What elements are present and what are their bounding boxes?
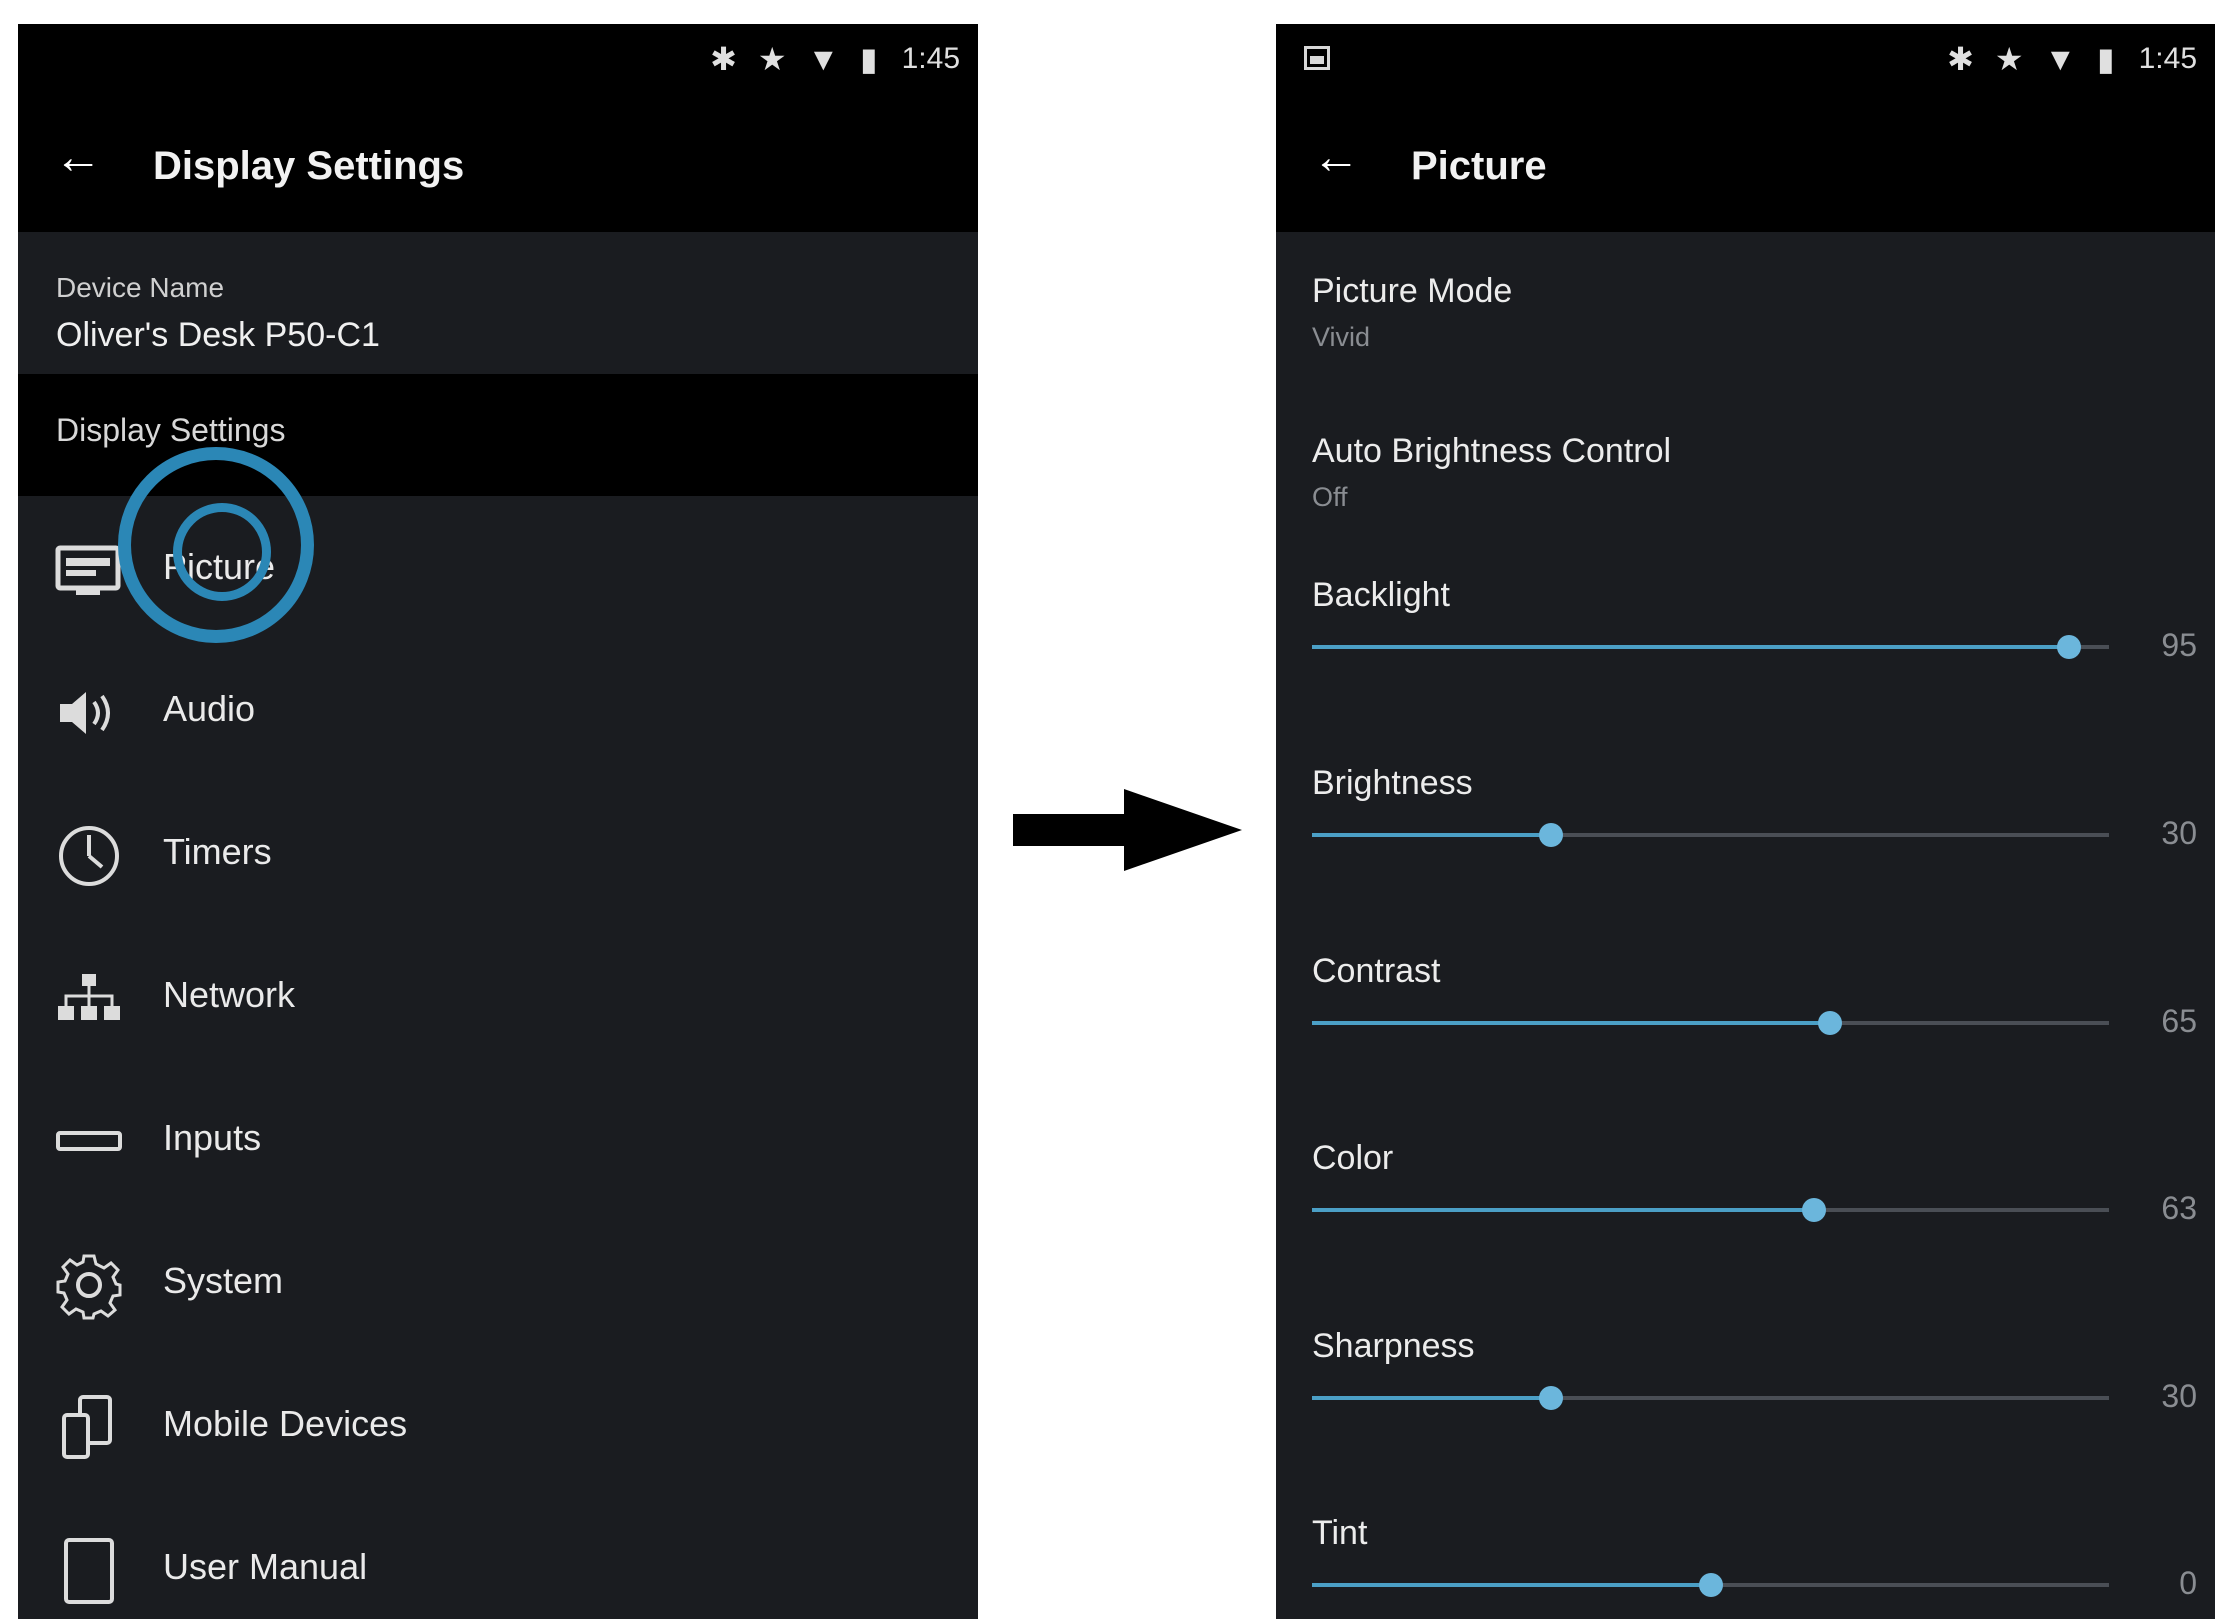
slider-value: 63 bbox=[2161, 1190, 2197, 1226]
slider-thumb[interactable] bbox=[1539, 1386, 1564, 1410]
device-name-value: Oliver's Desk P50-C1 bbox=[56, 316, 380, 354]
photo-notification-icon bbox=[1304, 46, 1330, 70]
page-title: Picture bbox=[1411, 144, 1547, 188]
slider-fill bbox=[1312, 1021, 1831, 1025]
status-bar: ✱ ★ ▼ ▮ 1:45 bbox=[1276, 24, 2215, 100]
status-bar: ✱ ★ ▼ ▮ 1:45 bbox=[18, 24, 978, 100]
menu-item-network[interactable]: Network bbox=[18, 924, 978, 1069]
status-icons: ✱ ★ ▼ ▮ bbox=[710, 41, 884, 77]
display-settings-screen: ✱ ★ ▼ ▮ 1:45 ← Display Settings Device N… bbox=[18, 24, 978, 1619]
status-time: 1:45 bbox=[2138, 42, 2197, 75]
menu-item-timers[interactable]: Timers bbox=[18, 781, 978, 926]
slider-value: 30 bbox=[2161, 1378, 2197, 1414]
slider-label: Backlight bbox=[1312, 576, 1450, 614]
back-arrow-icon[interactable]: ← bbox=[1312, 134, 1360, 182]
menu-item-inputs[interactable]: Inputs bbox=[18, 1067, 978, 1212]
slider-thumb[interactable] bbox=[1818, 1011, 1843, 1035]
menu-item-audio[interactable]: Audio bbox=[18, 638, 978, 783]
menu-item-label: Network bbox=[163, 974, 296, 1015]
slider-label: Sharpness bbox=[1312, 1327, 1475, 1365]
picture-settings-screen: ✱ ★ ▼ ▮ 1:45 ← Picture Picture Mode Vivi… bbox=[1276, 24, 2215, 1619]
auto-brightness-value: Off bbox=[1312, 482, 1348, 512]
picture-mode-label: Picture Mode bbox=[1312, 272, 1513, 310]
slider-thumb[interactable] bbox=[1802, 1198, 1827, 1222]
menu-item-label: System bbox=[163, 1260, 284, 1301]
flow-arrow-head-icon bbox=[1124, 789, 1242, 871]
slider-fill bbox=[1312, 645, 2070, 649]
monitor-icon bbox=[54, 536, 124, 606]
auto-brightness-label: Auto Brightness Control bbox=[1312, 432, 1672, 470]
menu-item-user-manual[interactable]: User Manual bbox=[18, 1496, 978, 1619]
slider-row-contrast[interactable]: Contrast 65 bbox=[1276, 928, 2215, 1117]
slider-track[interactable] bbox=[1312, 1386, 2109, 1410]
slider-thumb[interactable] bbox=[1698, 1573, 1723, 1597]
slider-fill bbox=[1312, 1208, 1815, 1212]
menu-item-label: Timers bbox=[163, 831, 272, 872]
slider-row-tint[interactable]: Tint 0 bbox=[1276, 1490, 2215, 1619]
page-title: Display Settings bbox=[153, 144, 465, 188]
slider-label: Tint bbox=[1312, 1514, 1368, 1552]
slider-label: Color bbox=[1312, 1139, 1394, 1177]
slider-value: 95 bbox=[2161, 627, 2197, 663]
app-bar: ← Display Settings bbox=[18, 100, 978, 232]
highlight-ring-inner bbox=[173, 503, 271, 601]
menu-item-mobile-devices[interactable]: Mobile Devices bbox=[18, 1353, 978, 1498]
device-name-label: Device Name bbox=[56, 272, 225, 303]
slider-row-sharpness[interactable]: Sharpness 30 bbox=[1276, 1303, 2215, 1492]
status-icons: ✱ ★ ▼ ▮ bbox=[1947, 41, 2121, 77]
slider-fill bbox=[1312, 1583, 1711, 1587]
menu-item-label: Inputs bbox=[163, 1117, 262, 1158]
slider-thumb[interactable] bbox=[1539, 823, 1564, 847]
tablet-icon bbox=[54, 1536, 124, 1606]
slider-value: 65 bbox=[2161, 1003, 2197, 1039]
speaker-icon bbox=[54, 678, 124, 748]
menu-item-label: Mobile Devices bbox=[163, 1403, 408, 1444]
status-time: 1:45 bbox=[901, 42, 960, 75]
slider-label: Contrast bbox=[1312, 952, 1441, 990]
slider-label: Brightness bbox=[1312, 764, 1473, 802]
menu-item-label: Audio bbox=[163, 688, 256, 729]
gear-icon bbox=[54, 1250, 124, 1320]
slider-fill bbox=[1312, 833, 1552, 837]
slider-fill bbox=[1312, 1396, 1552, 1400]
slider-track[interactable] bbox=[1312, 823, 2109, 847]
network-icon bbox=[54, 964, 124, 1034]
slider-row-color[interactable]: Color 63 bbox=[1276, 1115, 2215, 1305]
slider-value: 0 bbox=[2179, 1565, 2197, 1601]
input-port-icon bbox=[54, 1107, 124, 1177]
section-header-label: Display Settings bbox=[56, 412, 286, 448]
slider-value: 30 bbox=[2161, 815, 2197, 851]
picture-mode-row[interactable]: Picture Mode Vivid bbox=[1276, 232, 2215, 394]
slider-track[interactable] bbox=[1312, 1011, 2109, 1035]
menu-item-label: User Manual bbox=[163, 1546, 368, 1587]
slider-thumb[interactable] bbox=[2057, 635, 2082, 659]
slider-track[interactable] bbox=[1312, 635, 2109, 659]
slider-row-backlight[interactable]: Backlight 95 bbox=[1276, 552, 2215, 742]
mobile-devices-icon bbox=[54, 1393, 124, 1463]
back-arrow-icon[interactable]: ← bbox=[54, 134, 102, 182]
clock-icon bbox=[54, 821, 124, 891]
slider-row-brightness[interactable]: Brightness 30 bbox=[1276, 740, 2215, 930]
slider-track[interactable] bbox=[1312, 1198, 2109, 1222]
flow-arrow-icon bbox=[1013, 814, 1128, 846]
slider-track[interactable] bbox=[1312, 1573, 2109, 1597]
auto-brightness-row[interactable]: Auto Brightness Control Off bbox=[1276, 392, 2215, 554]
app-bar: ← Picture bbox=[1276, 100, 2215, 232]
menu-item-system[interactable]: System bbox=[18, 1210, 978, 1355]
picture-mode-value: Vivid bbox=[1312, 322, 1371, 352]
device-name-row[interactable]: Device Name Oliver's Desk P50-C1 bbox=[18, 232, 978, 376]
